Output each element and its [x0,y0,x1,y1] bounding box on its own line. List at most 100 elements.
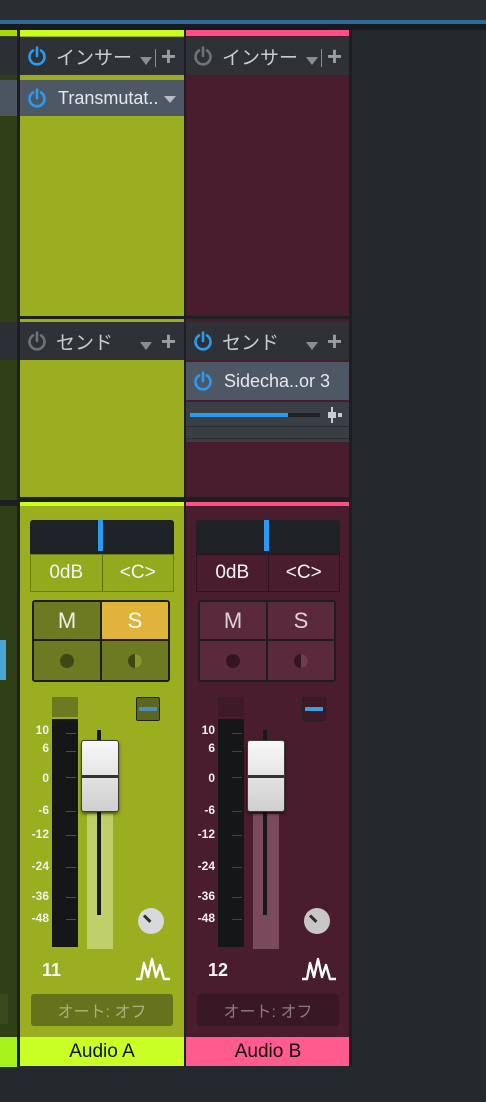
insert-slot-label: Transmutat.. [58,87,159,108]
top-toolbar [0,0,486,20]
channel-name-label[interactable]: Audio B [186,1037,350,1066]
send-header[interactable]: センド + [186,322,350,360]
pan-position-marker[interactable] [264,520,269,551]
send-slot-sidechain[interactable]: Sidecha..or 3 [186,362,350,400]
record-arm-icon [226,653,240,668]
automation-mode-button[interactable]: オート: オフ [31,994,173,1026]
record-arm-icon [60,653,74,668]
channel-accent-bar [186,502,350,506]
send-slot-label: Sidecha..or 3 [224,370,331,391]
chevron-down-icon[interactable] [164,96,176,103]
monitor-icon [128,653,142,668]
channel-strip-audio-a: インサー + Transmutat.. センド + 0dB <C> M S 10… [20,30,184,1066]
power-icon[interactable] [26,87,48,109]
pan-readout[interactable]: <C> [269,555,340,591]
record-arm-button[interactable] [200,641,268,680]
volume-pan-readout: 0dB <C> [30,554,174,592]
partial-channel-send-header [0,322,17,360]
power-icon[interactable] [192,370,214,392]
chevron-down-icon[interactable] [306,57,318,65]
monitor-button[interactable] [268,641,334,680]
scale-label: -6 [204,803,215,817]
partial-channel-accent [0,30,17,36]
plus-icon[interactable]: + [161,328,176,354]
insert-header[interactable]: インサー + [186,37,350,75]
mute-button[interactable]: M [200,602,268,639]
partial-channel-insert-header [0,37,17,75]
partial-channel-insert-slot[interactable] [0,80,17,116]
level-meter [218,719,244,947]
partial-channel-automation[interactable] [0,994,8,1024]
meter-peak [52,697,78,717]
mute-button[interactable]: M [34,602,102,639]
header-divider [155,49,156,67]
solo-button[interactable]: S [268,602,334,639]
power-icon[interactable] [192,45,214,67]
automation-mode-button[interactable]: オート: オフ [197,994,339,1026]
channel-accent-bar [186,30,350,36]
pan-knob-icon[interactable] [138,908,164,934]
channel-accent-bar [20,30,184,36]
scale-label: -6 [38,803,49,817]
meter-toggle-icon[interactable] [136,697,160,721]
insert-header[interactable]: インサー + [20,37,184,75]
chevron-down-icon[interactable] [306,342,318,350]
volume-readout[interactable]: 0dB [197,555,269,591]
partial-channel-name[interactable] [0,1037,17,1067]
chevron-down-icon[interactable] [140,57,152,65]
mute-solo-panel: M S [198,600,336,682]
send-header[interactable]: センド + [20,322,184,360]
scale-label: 0 [208,771,215,785]
meter-toggle-icon[interactable] [302,697,326,721]
waveform-icon[interactable] [135,955,171,983]
section-divider [186,316,350,319]
insert-header-label: インサー [56,47,133,69]
mute-solo-panel: M S [32,600,170,682]
plus-icon[interactable]: + [327,328,342,354]
record-arm-button[interactable] [34,641,102,680]
meter-scale: 10 6 0 -6 -12 -24 -36 -48 [20,719,52,949]
scale-label: -36 [31,889,49,903]
chevron-down-icon[interactable] [140,342,152,350]
scale-label: 6 [42,741,49,755]
scale-label: -12 [31,827,49,841]
plus-icon[interactable]: + [161,43,176,69]
power-icon[interactable] [26,45,48,67]
send-header-label: センド [56,332,114,354]
section-divider [20,316,184,319]
plus-icon[interactable]: + [327,43,342,69]
scale-label: -36 [197,889,215,903]
scale-label: -48 [197,911,215,925]
channel-number: 12 [208,960,229,980]
channel-number: 11 [42,960,62,980]
send-level-slider[interactable] [190,413,288,417]
volume-fader-handle[interactable] [81,740,119,812]
power-icon[interactable] [26,330,48,352]
scale-label: 0 [42,771,49,785]
header-divider [321,49,322,67]
meter-peak [218,697,244,717]
channel-separator [349,30,352,1066]
channel-name-label[interactable]: Audio A [20,1037,184,1066]
send-divider [186,438,350,439]
pan-knob-icon[interactable] [304,908,330,934]
monitor-icon [294,653,308,668]
scale-label: -12 [197,827,215,841]
volume-fader-handle[interactable] [247,740,285,812]
power-icon[interactable] [192,330,214,352]
pan-position-marker[interactable] [98,520,103,551]
insert-slot-transmutator[interactable]: Transmutat.. [20,80,184,116]
pan-readout[interactable]: <C> [103,555,174,591]
scale-label: 6 [208,741,215,755]
waveform-icon[interactable] [301,955,337,983]
volume-pan-readout: 0dB <C> [196,554,340,592]
send-pan-icon[interactable] [326,406,344,424]
scale-label: 10 [35,723,49,737]
send-header-label: センド [222,332,280,354]
monitor-button[interactable] [102,641,168,680]
channel-strip-audio-b: インサー + センド + Sidecha..or 3 0dB <C> M S 1… [186,30,350,1066]
solo-button[interactable]: S [102,602,168,639]
channel-accent-bar [20,502,184,506]
partial-channel-divider [0,500,17,506]
volume-readout[interactable]: 0dB [31,555,103,591]
